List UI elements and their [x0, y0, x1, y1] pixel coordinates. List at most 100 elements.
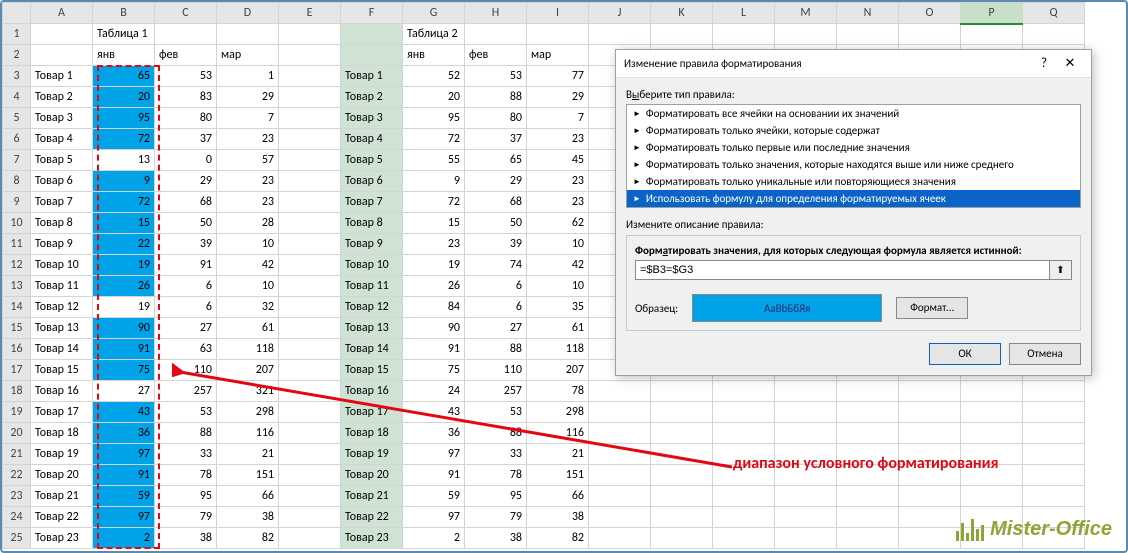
rule-option-3[interactable]: Форматировать только значения, которые н… [627, 156, 1080, 173]
col-header-B[interactable]: B [93, 3, 155, 24]
cell-L18[interactable] [713, 381, 775, 402]
cell-D15[interactable]: 61 [217, 318, 279, 339]
cell-M19[interactable] [775, 402, 837, 423]
cell-F8[interactable]: Товар 6 [341, 171, 403, 192]
cell-O25[interactable] [899, 528, 961, 549]
cell-I21[interactable]: 21 [527, 444, 589, 465]
cell-K19[interactable] [651, 402, 713, 423]
cell-C15[interactable]: 27 [155, 318, 217, 339]
cell-Q23[interactable] [1023, 486, 1085, 507]
cell-D18[interactable]: 321 [217, 381, 279, 402]
cell-B3[interactable]: 65 [93, 66, 155, 87]
cell-A8[interactable]: Товар 6 [31, 171, 93, 192]
cell-G18[interactable]: 24 [403, 381, 465, 402]
cell-A13[interactable]: Товар 11 [31, 276, 93, 297]
cell-F5[interactable]: Товар 3 [341, 108, 403, 129]
row-header-12[interactable]: 12 [3, 255, 31, 276]
cell-H13[interactable]: 6 [465, 276, 527, 297]
cell-G6[interactable]: 72 [403, 129, 465, 150]
cell-G23[interactable]: 59 [403, 486, 465, 507]
cell-F1[interactable] [341, 24, 403, 45]
cell-F21[interactable]: Товар 19 [341, 444, 403, 465]
col-header-M[interactable]: M [775, 3, 837, 24]
cell-H14[interactable]: 6 [465, 297, 527, 318]
cell-E18[interactable] [279, 381, 341, 402]
cell-E8[interactable] [279, 171, 341, 192]
cell-G11[interactable]: 23 [403, 234, 465, 255]
cell-E19[interactable] [279, 402, 341, 423]
cell-B1[interactable]: Таблица 1 [93, 24, 155, 45]
cell-D22[interactable]: 151 [217, 465, 279, 486]
cell-N23[interactable] [837, 486, 899, 507]
cell-B7[interactable]: 13 [93, 150, 155, 171]
cell-E13[interactable] [279, 276, 341, 297]
cell-H20[interactable]: 88 [465, 423, 527, 444]
cell-I10[interactable]: 62 [527, 213, 589, 234]
cell-C9[interactable]: 68 [155, 192, 217, 213]
cell-B19[interactable]: 43 [93, 402, 155, 423]
cell-I12[interactable]: 42 [527, 255, 589, 276]
row-header-10[interactable]: 10 [3, 213, 31, 234]
cell-G3[interactable]: 52 [403, 66, 465, 87]
cell-E14[interactable] [279, 297, 341, 318]
cell-A20[interactable]: Товар 18 [31, 423, 93, 444]
cell-F9[interactable]: Товар 7 [341, 192, 403, 213]
col-header-I[interactable]: I [527, 3, 589, 24]
cell-I15[interactable]: 61 [527, 318, 589, 339]
close-icon[interactable]: ✕ [1057, 50, 1083, 78]
cell-B9[interactable]: 72 [93, 192, 155, 213]
cell-F22[interactable]: Товар 20 [341, 465, 403, 486]
row-header-15[interactable]: 15 [3, 318, 31, 339]
cell-A17[interactable]: Товар 15 [31, 360, 93, 381]
cell-J25[interactable] [589, 528, 651, 549]
cell-I19[interactable]: 298 [527, 402, 589, 423]
cell-M25[interactable] [775, 528, 837, 549]
cell-I17[interactable]: 207 [527, 360, 589, 381]
cell-I11[interactable]: 10 [527, 234, 589, 255]
cell-K24[interactable] [651, 507, 713, 528]
help-icon[interactable]: ? [1031, 50, 1057, 78]
row-header-16[interactable]: 16 [3, 339, 31, 360]
cell-C5[interactable]: 80 [155, 108, 217, 129]
cell-F4[interactable]: Товар 2 [341, 87, 403, 108]
cell-B10[interactable]: 15 [93, 213, 155, 234]
cell-H17[interactable]: 110 [465, 360, 527, 381]
cell-L1[interactable] [713, 24, 775, 45]
cell-K1[interactable] [651, 24, 713, 45]
cell-E11[interactable] [279, 234, 341, 255]
cell-H4[interactable]: 88 [465, 87, 527, 108]
cell-E1[interactable] [279, 24, 341, 45]
cell-L25[interactable] [713, 528, 775, 549]
cell-G9[interactable]: 72 [403, 192, 465, 213]
cell-H16[interactable]: 88 [465, 339, 527, 360]
cell-A6[interactable]: Товар 4 [31, 129, 93, 150]
cell-D24[interactable]: 38 [217, 507, 279, 528]
cell-I13[interactable]: 10 [527, 276, 589, 297]
cell-P23[interactable] [961, 486, 1023, 507]
cell-P18[interactable] [961, 381, 1023, 402]
cell-A3[interactable]: Товар 1 [31, 66, 93, 87]
cell-B14[interactable]: 19 [93, 297, 155, 318]
cell-B22[interactable]: 91 [93, 465, 155, 486]
row-header-22[interactable]: 22 [3, 465, 31, 486]
row-header-7[interactable]: 7 [3, 150, 31, 171]
cell-N19[interactable] [837, 402, 899, 423]
cell-E5[interactable] [279, 108, 341, 129]
cell-A7[interactable]: Товар 5 [31, 150, 93, 171]
cell-H9[interactable]: 68 [465, 192, 527, 213]
cell-F24[interactable]: Товар 22 [341, 507, 403, 528]
cell-B4[interactable]: 20 [93, 87, 155, 108]
format-button[interactable]: Формат... [896, 297, 968, 319]
col-header-Q[interactable]: Q [1023, 3, 1085, 24]
cell-D25[interactable]: 82 [217, 528, 279, 549]
cancel-button[interactable]: Отмена [1009, 343, 1081, 365]
rule-type-list[interactable]: Форматировать все ячейки на основании их… [626, 104, 1081, 208]
cell-F10[interactable]: Товар 8 [341, 213, 403, 234]
row-header-14[interactable]: 14 [3, 297, 31, 318]
cell-F12[interactable]: Товар 10 [341, 255, 403, 276]
cell-H2[interactable]: фев [465, 45, 527, 66]
col-header-E[interactable]: E [279, 3, 341, 24]
cell-I22[interactable]: 151 [527, 465, 589, 486]
cell-Q18[interactable] [1023, 381, 1085, 402]
cell-Q21[interactable] [1023, 444, 1085, 465]
